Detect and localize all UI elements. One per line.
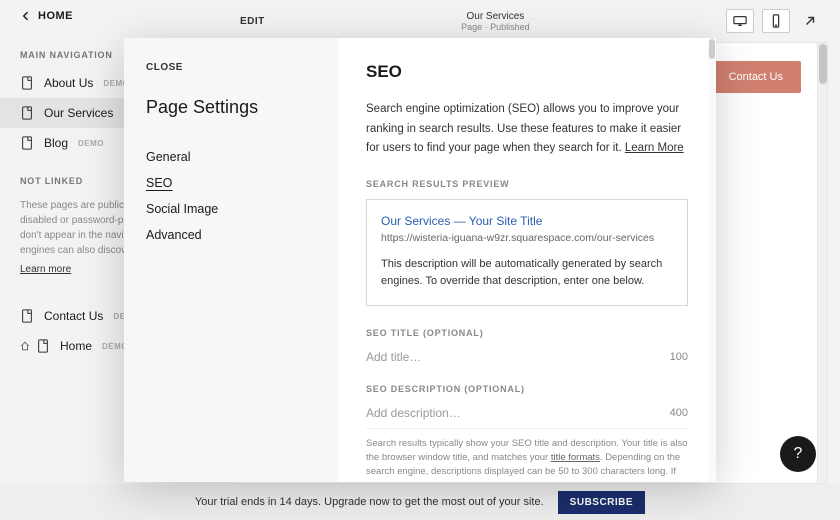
seo-learn-more-link[interactable]: Learn More <box>625 142 684 154</box>
demo-badge: DEMO <box>78 139 104 148</box>
seo-title-placeholder: Add title… <box>366 350 421 364</box>
seo-desc-label: SEO DESCRIPTION (OPTIONAL) <box>366 384 688 394</box>
page-icon <box>20 136 34 150</box>
preview-description: This description will be automatically g… <box>381 256 673 291</box>
seo-description: Search engine optimization (SEO) allows … <box>366 100 688 159</box>
page-status: Page · Published <box>461 22 530 32</box>
seo-title-label: SEO TITLE (OPTIONAL) <box>366 328 688 338</box>
seo-desc-placeholder: Add description… <box>366 406 461 420</box>
seo-help-text: Search results typically show your SEO t… <box>366 428 688 482</box>
editor-header: EDIT Our Services Page · Published <box>222 0 840 42</box>
mobile-icon <box>769 14 783 28</box>
help-fab[interactable]: ? <box>780 436 816 472</box>
page-title-block: Our Services Page · Published <box>461 11 530 32</box>
seo-heading: SEO <box>366 62 688 82</box>
tab-general[interactable]: General <box>146 144 316 170</box>
page-icon <box>20 76 34 90</box>
seo-desc-count: 400 <box>670 407 688 419</box>
preview-scrollbar[interactable] <box>817 43 827 483</box>
title-formats-link[interactable]: title formats <box>551 452 600 463</box>
page-icon <box>36 339 50 353</box>
subscribe-button[interactable]: SUBSCRIBE <box>558 491 645 514</box>
page-settings-modal: CLOSE Page Settings General SEO Social I… <box>124 38 716 482</box>
seo-title-count: 100 <box>670 351 688 363</box>
sidebar-item-label: Contact Us <box>44 309 103 323</box>
page-icon <box>20 309 34 323</box>
open-external-button[interactable] <box>798 9 822 33</box>
modal-scrollbar[interactable] <box>708 38 716 482</box>
seo-desc-field[interactable]: Add description… 400 <box>366 404 688 420</box>
modal-content: SEO Search engine optimization (SEO) all… <box>338 38 716 482</box>
scrollbar-thumb[interactable] <box>709 39 715 59</box>
sidebar-item-label: Home <box>60 339 92 353</box>
sidebar-item-label: Our Services <box>44 106 113 120</box>
sidebar-item-label: Blog <box>44 136 68 150</box>
arrow-up-right-icon <box>803 14 817 28</box>
seo-title-field[interactable]: Add title… 100 <box>366 348 688 364</box>
tab-social-image[interactable]: Social Image <box>146 196 316 222</box>
home-label: HOME <box>38 10 73 22</box>
desktop-icon <box>733 14 747 28</box>
edit-button[interactable]: EDIT <box>240 16 265 27</box>
header-right-controls <box>726 9 822 33</box>
close-button[interactable]: CLOSE <box>146 62 316 73</box>
desktop-view-button[interactable] <box>726 9 754 33</box>
chevron-left-icon <box>20 10 32 22</box>
page-icon <box>20 106 34 120</box>
modal-sidebar: CLOSE Page Settings General SEO Social I… <box>124 38 338 482</box>
tab-advanced[interactable]: Advanced <box>146 222 316 248</box>
preview-contact-button[interactable]: Contact Us <box>711 61 801 93</box>
mobile-view-button[interactable] <box>762 9 790 33</box>
tab-seo[interactable]: SEO <box>146 170 316 196</box>
search-results-preview: Our Services — Your Site Title https://w… <box>366 199 688 306</box>
search-preview-label: SEARCH RESULTS PREVIEW <box>366 179 688 189</box>
home-back-link[interactable]: HOME <box>0 0 222 32</box>
trial-banner: Your trial ends in 14 days. Upgrade now … <box>0 484 840 520</box>
preview-title: Our Services — Your Site Title <box>381 214 673 228</box>
preview-url: https://wisteria-iguana-w9zr.squarespace… <box>381 232 673 244</box>
sidebar-item-label: About Us <box>44 76 93 90</box>
home-icon <box>20 341 30 351</box>
scrollbar-thumb[interactable] <box>819 44 827 84</box>
trial-text: Your trial ends in 14 days. Upgrade now … <box>195 496 544 508</box>
page-title: Our Services <box>461 11 530 22</box>
modal-title: Page Settings <box>146 97 316 118</box>
help-icon: ? <box>794 445 803 463</box>
